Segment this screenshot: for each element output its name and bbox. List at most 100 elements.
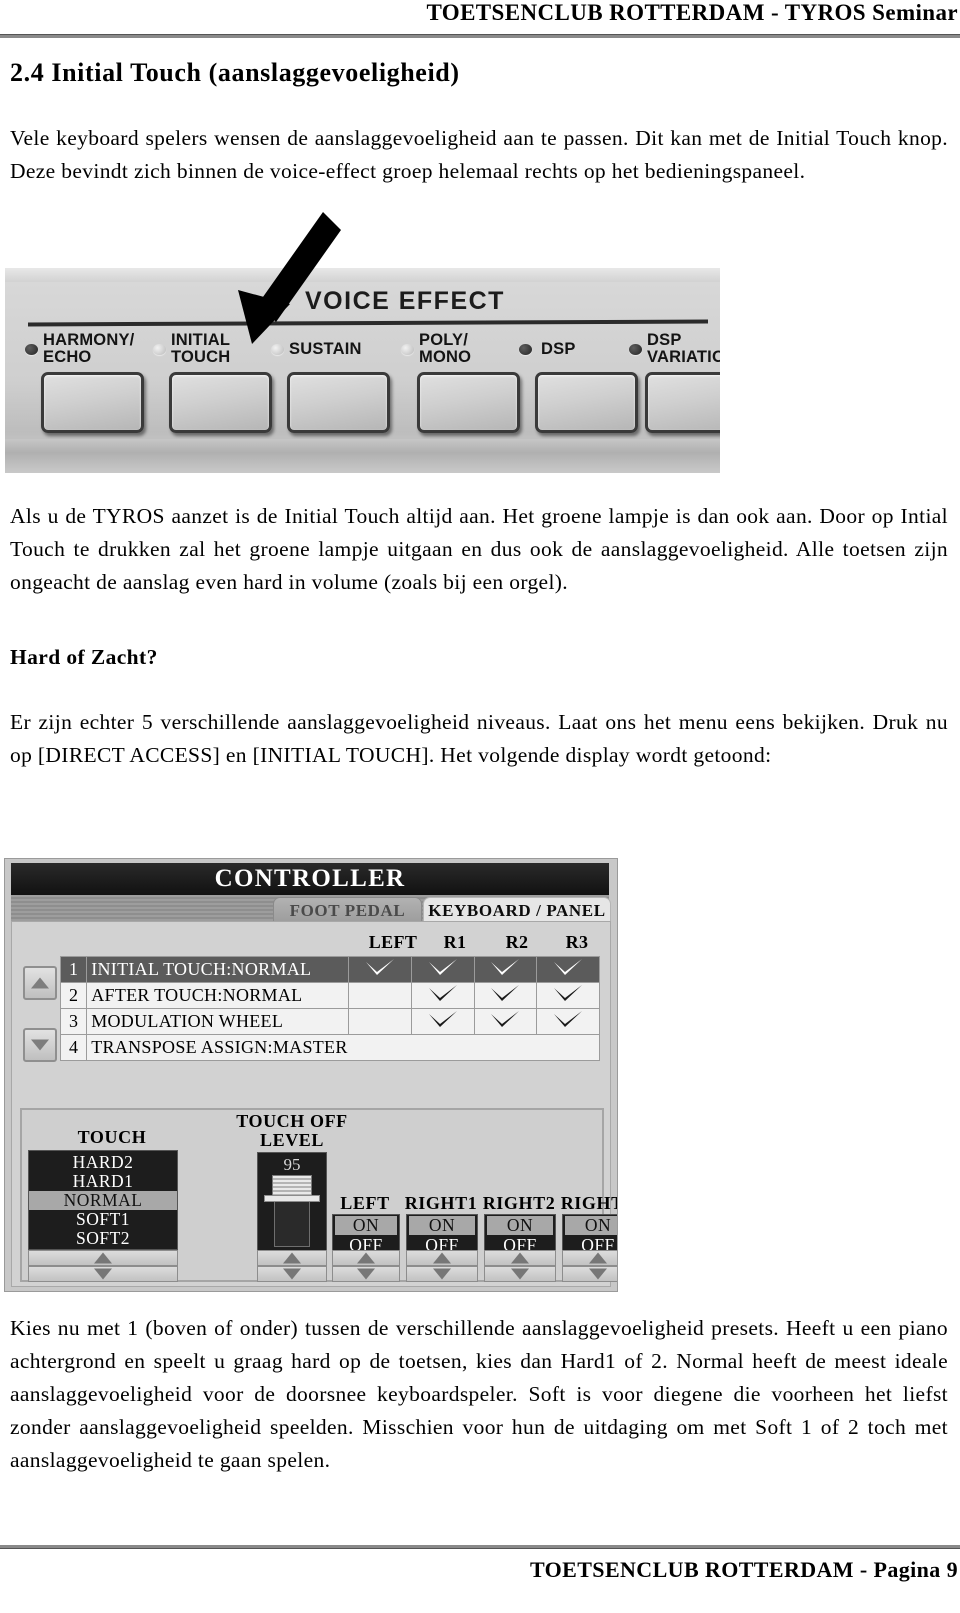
- touch-up-button[interactable]: [28, 1250, 178, 1266]
- tab-foot-pedal[interactable]: FOOT PEDAL: [273, 897, 422, 923]
- panel-button-initial-touch[interactable]: INITIAL TOUCH: [151, 330, 272, 440]
- part-toggle-right1[interactable]: ON OFF: [406, 1214, 478, 1255]
- footer-divider: [0, 1545, 960, 1549]
- panel-key-cap[interactable]: [645, 372, 720, 433]
- check-icon: [553, 1011, 583, 1027]
- triangle-up-icon: [31, 977, 49, 989]
- checkmark-cell-r1[interactable]: [410, 956, 475, 983]
- check-icon: [365, 959, 395, 975]
- scroll-down-button[interactable]: [23, 1028, 57, 1062]
- lcd-title-bar: CONTROLLER: [11, 863, 609, 895]
- check-icon: [553, 959, 583, 975]
- panel-button-dsp-variation[interactable]: DSP VARIATION: [627, 330, 720, 440]
- triangle-down-icon: [433, 1268, 451, 1280]
- column-header-r1: R1: [443, 932, 467, 952]
- panel-button-harmony-echo[interactable]: HARMONY/ ECHO: [23, 330, 151, 440]
- part-right1-up-button[interactable]: [406, 1250, 478, 1266]
- lamp-indicator-icon: [153, 344, 166, 355]
- part-left-up-button[interactable]: [332, 1250, 400, 1266]
- touch-option-hard2[interactable]: HARD2: [29, 1153, 177, 1172]
- panel-button-poly-mono[interactable]: POLY/ MONO: [399, 330, 520, 440]
- slider-track: [274, 1195, 310, 1247]
- triangle-up-icon: [357, 1252, 375, 1264]
- check-icon: [428, 985, 458, 1001]
- triangle-up-icon: [511, 1252, 529, 1264]
- part-option-on[interactable]: ON: [565, 1216, 617, 1235]
- triangle-up-icon: [283, 1252, 301, 1264]
- panel-top-edge: [5, 268, 720, 282]
- page-title: 2.4 Initial Touch (aanslaggevoeligheid): [10, 58, 460, 87]
- panel-button-sustain[interactable]: SUSTAIN: [269, 330, 399, 440]
- row-number: 4: [59, 1034, 88, 1061]
- part-right3-down-button[interactable]: [562, 1266, 617, 1282]
- touch-option-soft1[interactable]: SOFT1: [29, 1210, 177, 1229]
- table-row[interactable]: 1 INITIAL TOUCH:NORMAL: [59, 956, 600, 983]
- touch-off-level-up-button[interactable]: [257, 1250, 327, 1266]
- checkmark-cell-r3[interactable]: [536, 956, 600, 983]
- touch-option-soft2[interactable]: SOFT2: [29, 1229, 177, 1248]
- touch-off-level-down-button[interactable]: [257, 1266, 327, 1282]
- part-option-on[interactable]: ON: [409, 1216, 475, 1235]
- triangle-down-icon: [283, 1268, 301, 1280]
- panel-button-label: SUSTAIN: [289, 340, 362, 358]
- voice-effect-button-row: HARMONY/ ECHO INITIAL TOUCH SUSTAIN POLY…: [23, 330, 720, 440]
- panel-key-cap[interactable]: [535, 372, 638, 433]
- checkmark-cell-r1[interactable]: [410, 1008, 475, 1035]
- part-toggle-right2[interactable]: ON OFF: [484, 1214, 556, 1255]
- lcd-tab-strip: FOOT PEDAL KEYBOARD / PANEL: [11, 895, 611, 923]
- panel-key-cap[interactable]: [287, 372, 390, 433]
- touch-off-level-value: 95: [283, 1155, 301, 1174]
- part-toggle-right3[interactable]: ON OFF: [562, 1214, 617, 1255]
- panel-key-cap[interactable]: [417, 372, 520, 433]
- table-row[interactable]: 4 TRANSPOSE ASSIGN:MASTER: [59, 1034, 600, 1061]
- panel-key-cap[interactable]: [169, 372, 272, 433]
- table-row[interactable]: 3 MODULATION WHEEL: [59, 1008, 600, 1035]
- voice-effect-label: VOICE EFFECT: [305, 287, 505, 315]
- part-right1-down-button[interactable]: [406, 1266, 478, 1282]
- row-label: TRANSPOSE ASSIGN:MASTER: [86, 1034, 600, 1061]
- table-row[interactable]: 2 AFTER TOUCH:NORMAL: [59, 982, 600, 1009]
- panel-key-cap[interactable]: [41, 372, 144, 433]
- touch-down-button[interactable]: [28, 1266, 178, 1282]
- checkmark-cell-r3[interactable]: [536, 982, 600, 1009]
- part-toggle-left[interactable]: ON OFF: [332, 1214, 400, 1255]
- touch-off-level-slider[interactable]: 95: [257, 1152, 327, 1252]
- slider-knob[interactable]: [272, 1175, 312, 1197]
- part-option-on[interactable]: ON: [487, 1216, 553, 1235]
- part-option-on[interactable]: ON: [335, 1216, 397, 1235]
- paragraph-menu-instructions: Er zijn echter 5 verschillende aanslagge…: [10, 710, 948, 767]
- part-left-down-button[interactable]: [332, 1266, 400, 1282]
- paragraph-intro: Vele keyboard spelers wensen de aanslagg…: [10, 126, 948, 183]
- checkmark-cell-left[interactable]: [348, 956, 412, 983]
- touch-group-label: TOUCH: [77, 1127, 147, 1147]
- slider-handle-bar[interactable]: [264, 1195, 320, 1202]
- checkmark-cell-r3[interactable]: [536, 1008, 600, 1035]
- panel-button-label: HARMONY/ ECHO: [43, 331, 135, 366]
- triangle-down-icon: [31, 1039, 49, 1051]
- controller-display-screenshot: CONTROLLER FOOT PEDAL KEYBOARD / PANEL L…: [4, 858, 618, 1292]
- part-right2-down-button[interactable]: [484, 1266, 556, 1282]
- checkmark-cell-r2[interactable]: [473, 956, 538, 983]
- touch-option-normal[interactable]: NORMAL: [29, 1191, 177, 1210]
- touch-option-hard1[interactable]: HARD1: [29, 1172, 177, 1191]
- header-title: TOETSENCLUB ROTTERDAM - TYROS Seminar: [426, 0, 958, 25]
- checkmark-cell-r2[interactable]: [473, 1008, 538, 1035]
- part-right3-up-button[interactable]: [562, 1250, 617, 1266]
- checkmark-cell-r1[interactable]: [410, 982, 475, 1009]
- triangle-down-icon: [589, 1268, 607, 1280]
- tab-keyboard-panel[interactable]: KEYBOARD / PANEL: [423, 897, 611, 923]
- lcd-title: CONTROLLER: [214, 865, 406, 892]
- triangle-up-icon: [94, 1252, 112, 1264]
- checkmark-cell-r2[interactable]: [473, 982, 538, 1009]
- part-label-right3: RIGHT3: [560, 1193, 617, 1213]
- subheading-hard-of-zacht: Hard of Zacht?: [10, 645, 158, 669]
- scroll-up-button[interactable]: [23, 966, 57, 1000]
- panel-button-dsp[interactable]: DSP: [517, 330, 638, 440]
- part-right2-up-button[interactable]: [484, 1250, 556, 1266]
- triangle-up-icon: [433, 1252, 451, 1264]
- checkmark-cell-left[interactable]: [348, 1008, 412, 1035]
- parameter-list-table: 1 INITIAL TOUCH:NORMAL 2 AFTER TOUCH:NOR…: [59, 956, 600, 1061]
- voice-effect-rule: [27, 319, 709, 327]
- touch-listbox[interactable]: HARD2 HARD1 NORMAL SOFT1 SOFT2: [28, 1150, 178, 1250]
- checkmark-cell-left[interactable]: [348, 982, 412, 1009]
